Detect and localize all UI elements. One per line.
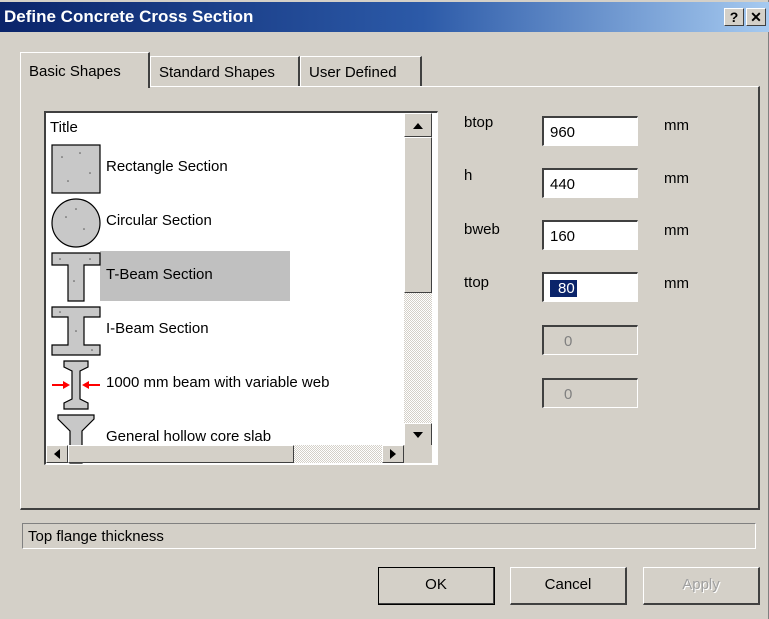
- cancel-button[interactable]: Cancel: [510, 567, 627, 605]
- list-item-label: 1000 mm beam with variable web: [106, 374, 330, 391]
- t-beam-section-icon: [51, 252, 101, 302]
- variable-web-beam-icon: [52, 360, 100, 410]
- param-unit: mm: [664, 117, 689, 134]
- ttop-input[interactable]: 80: [542, 272, 638, 302]
- arrow-down-icon: [413, 432, 423, 438]
- param-unit: mm: [664, 275, 689, 292]
- arrow-up-icon: [413, 123, 423, 129]
- param-unit: mm: [664, 170, 689, 187]
- list-header: Title: [50, 119, 78, 136]
- tab-standard-shapes[interactable]: Standard Shapes: [150, 56, 300, 86]
- h-input[interactable]: 440: [542, 168, 638, 198]
- bweb-input[interactable]: 160: [542, 220, 638, 250]
- vertical-scroll-thumb[interactable]: [404, 137, 432, 293]
- list-item-label: I-Beam Section: [106, 320, 209, 337]
- list-item-label: T-Beam Section: [106, 266, 213, 283]
- scroll-up-button[interactable]: [404, 113, 432, 137]
- window-title: Define Concrete Cross Section: [4, 7, 254, 26]
- tab-user-defined[interactable]: User Defined: [300, 56, 422, 86]
- list-item-label: General hollow core slab: [106, 428, 272, 445]
- list-item[interactable]: 1000 mm beam with variable web: [50, 359, 410, 411]
- help-button[interactable]: ?: [724, 8, 744, 26]
- list-item[interactable]: Circular Section: [50, 197, 410, 249]
- horizontal-scrollbar[interactable]: [46, 445, 404, 463]
- param-label-btop: btop: [464, 114, 494, 131]
- arrow-right-icon: [390, 449, 396, 459]
- dialog-window: Define Concrete Cross Section ? ✕ Basic …: [0, 0, 769, 619]
- list-item[interactable]: Rectangle Section: [50, 143, 410, 195]
- scroll-down-button[interactable]: [404, 423, 432, 447]
- horizontal-scroll-thumb[interactable]: [68, 445, 294, 463]
- apply-button: Apply: [643, 567, 760, 605]
- list-item-label: Rectangle Section: [106, 158, 228, 175]
- arrow-left-icon: [54, 449, 60, 459]
- vertical-scrollbar[interactable]: [404, 113, 432, 447]
- ok-button[interactable]: OK: [378, 567, 495, 605]
- ttop-selected-text: 80: [550, 280, 577, 297]
- status-bar: Top flange thickness: [22, 523, 756, 549]
- list-item-label: Circular Section: [106, 212, 212, 229]
- scroll-right-button[interactable]: [382, 445, 404, 463]
- param6-input: 0: [542, 378, 638, 408]
- list-item[interactable]: T-Beam Section: [50, 251, 410, 303]
- scroll-corner: [404, 445, 432, 463]
- param5-input: 0: [542, 325, 638, 355]
- rectangle-section-icon: [51, 144, 101, 194]
- shape-list[interactable]: Title Rectangle Section Circular Section…: [44, 111, 438, 465]
- i-beam-section-icon: [51, 306, 101, 356]
- title-bar[interactable]: Define Concrete Cross Section ? ✕: [0, 2, 769, 32]
- param-label-ttop: ttop: [464, 274, 490, 291]
- scroll-left-button[interactable]: [46, 445, 68, 463]
- tab-basic-shapes[interactable]: Basic Shapes: [20, 52, 150, 88]
- list-item[interactable]: I-Beam Section: [50, 305, 410, 357]
- param-unit: mm: [664, 222, 689, 239]
- circular-section-icon: [51, 198, 101, 248]
- close-button[interactable]: ✕: [746, 8, 766, 26]
- param-label-h: h: [464, 167, 473, 184]
- param-label-bweb: bweb: [464, 221, 500, 238]
- btop-input[interactable]: 960: [542, 116, 638, 146]
